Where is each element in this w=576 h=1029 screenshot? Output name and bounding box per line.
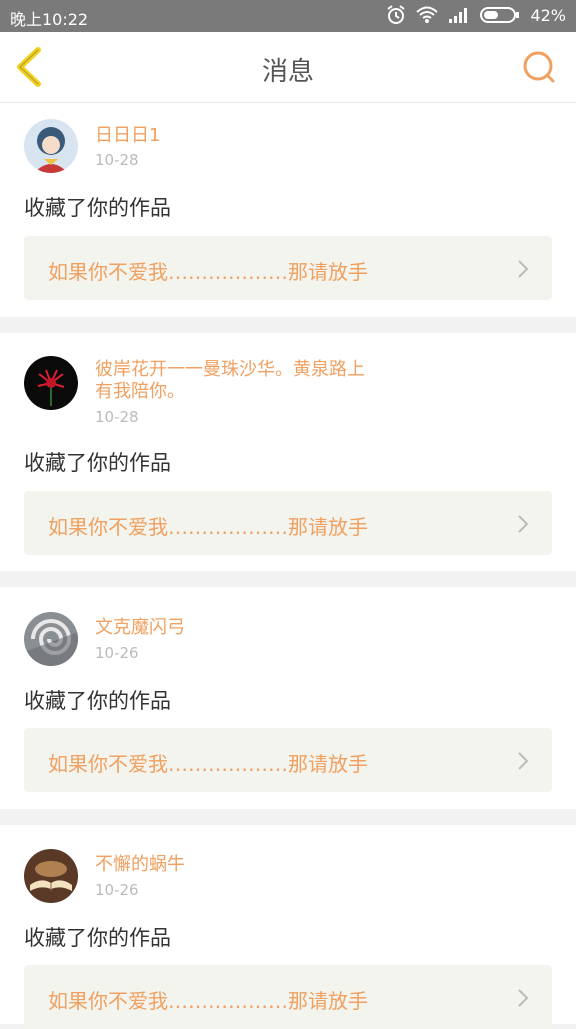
avatar[interactable]	[24, 119, 78, 173]
work-link[interactable]: 如果你不爱我………………那请放手	[24, 491, 552, 555]
status-time: 晚上10:22	[10, 10, 89, 29]
work-link[interactable]: 如果你不爱我………………那请放手	[24, 236, 552, 300]
work-link[interactable]: 如果你不爱我………………那请放手	[24, 965, 552, 1029]
message-date: 10-28	[95, 151, 139, 169]
sender-name[interactable]: 日日日1	[95, 125, 365, 147]
message-card: 文克魔闪弓 10-26 收藏了你的作品 如果你不爱我………………那请放手	[0, 587, 576, 809]
avatar[interactable]	[24, 356, 78, 410]
message-card: 不懈的蜗牛 10-26 收藏了你的作品 如果你不爱我………………那请放手	[0, 825, 576, 1029]
wifi-icon	[416, 6, 439, 23]
chevron-right-icon	[518, 752, 529, 770]
avatar[interactable]	[24, 849, 78, 903]
message-action: 收藏了你的作品	[24, 196, 171, 220]
message-action: 收藏了你的作品	[24, 689, 171, 713]
work-title: 如果你不爱我………………那请放手	[48, 260, 368, 284]
work-link[interactable]: 如果你不爱我………………那请放手	[24, 728, 552, 792]
work-title: 如果你不爱我………………那请放手	[48, 989, 368, 1013]
page-title: 消息	[261, 57, 314, 87]
sender-name[interactable]: 不懈的蜗牛	[95, 854, 365, 876]
work-title: 如果你不爱我………………那请放手	[48, 752, 368, 776]
search-icon[interactable]	[522, 50, 556, 84]
signal-icon	[449, 8, 468, 23]
status-icons: 42%	[386, 5, 566, 25]
message-card: 日日日1 10-28 收藏了你的作品 如果你不爱我………………那请放手	[0, 103, 576, 317]
message-action: 收藏了你的作品	[24, 926, 171, 950]
message-date: 10-26	[95, 644, 139, 662]
chevron-right-icon	[518, 989, 529, 1007]
sender-name[interactable]: 彼岸花开一一曼珠沙华。黄泉路上有我陪你。	[95, 359, 365, 403]
battery-percent: 42%	[530, 5, 566, 25]
message-action: 收藏了你的作品	[24, 451, 171, 475]
battery-icon	[480, 7, 520, 23]
alarm-icon	[387, 5, 406, 24]
message-date: 10-26	[95, 881, 139, 899]
chevron-right-icon	[518, 260, 529, 278]
message-card: 彼岸花开一一曼珠沙华。黄泉路上有我陪你。 10-28 收藏了你的作品 如果你不爱…	[0, 333, 576, 571]
chevron-right-icon	[518, 515, 529, 533]
work-title: 如果你不爱我………………那请放手	[48, 515, 368, 539]
avatar[interactable]	[24, 612, 78, 666]
nav-bar: 消息	[0, 32, 576, 103]
status-bar: 晚上10:22 42%	[0, 0, 576, 32]
sender-name[interactable]: 文克魔闪弓	[95, 617, 365, 639]
message-date: 10-28	[95, 408, 139, 426]
